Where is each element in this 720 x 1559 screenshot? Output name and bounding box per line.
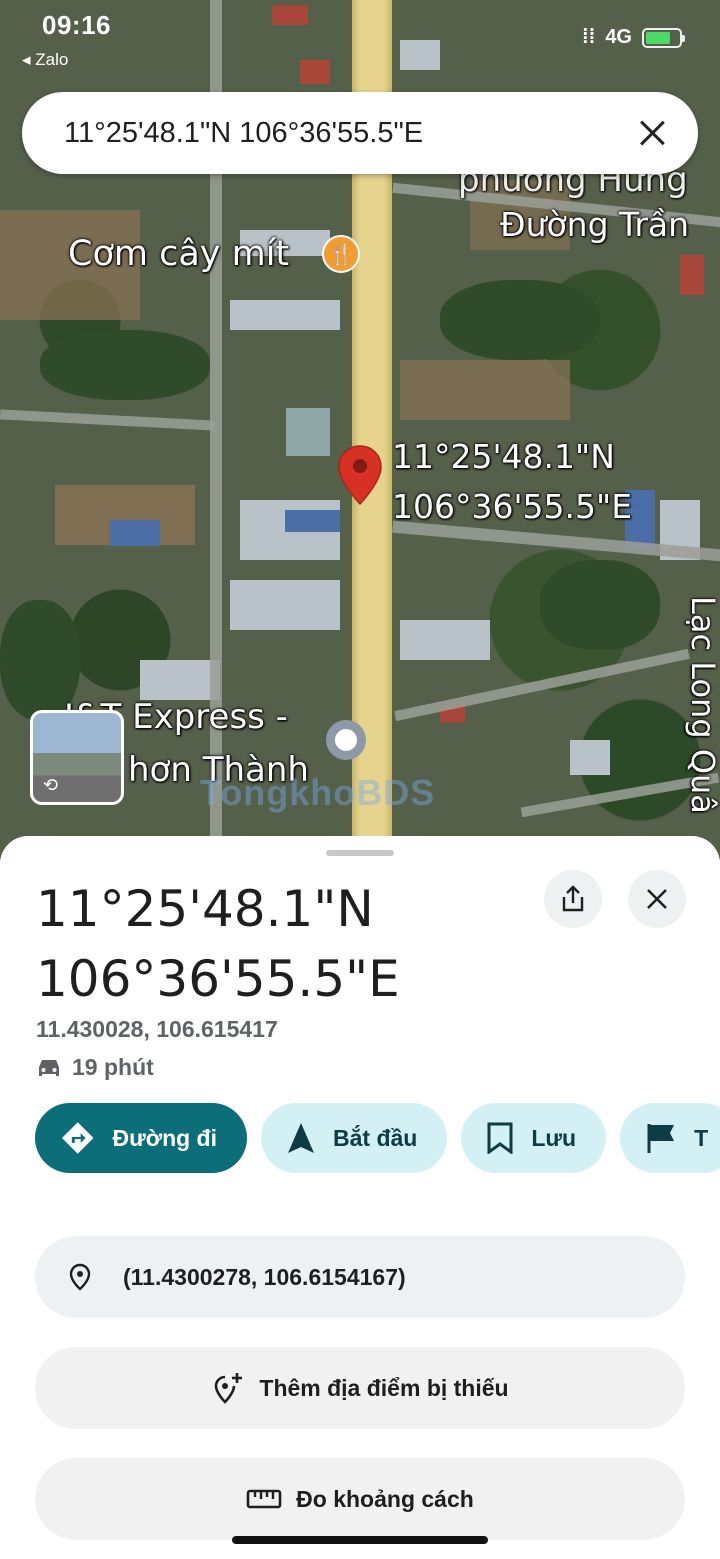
decimal-coordinates: 11.430028, 106.615417 [36, 1016, 278, 1042]
clear-search-icon[interactable] [632, 113, 672, 153]
map-trees [540, 560, 660, 650]
coordinates-row[interactable]: (11.4300278, 106.6154167) [35, 1236, 685, 1318]
map-building [680, 255, 704, 295]
place-title-lng: 106°36'55.5"E [36, 950, 400, 1008]
measure-distance-label: Đo khoảng cách [296, 1485, 474, 1512]
map-trees [40, 330, 210, 400]
navigation-arrow-icon [288, 1123, 314, 1153]
directions-button[interactable]: Đường đi [35, 1103, 247, 1173]
map-building [140, 660, 220, 700]
add-missing-place-button[interactable]: Thêm địa điểm bị thiếu [35, 1347, 685, 1429]
place-poi-icon[interactable] [326, 720, 366, 760]
search-bar[interactable]: 11°25'48.1"N 106°36'55.5"E [22, 92, 698, 174]
map-building [230, 300, 340, 330]
more-label: T [694, 1124, 709, 1151]
map-view[interactable]: phường Hưng Đường Trần Cơm cây mít 🍴 11°… [0, 0, 720, 860]
map-label-pin-lat: 11°25'48.1"N [392, 437, 615, 476]
coordinates-value: (11.4300278, 106.6154167) [123, 1263, 406, 1290]
close-sheet-button[interactable] [628, 870, 686, 928]
label-button[interactable]: T [620, 1103, 720, 1173]
map-label-street-right: Lạc Long Quâ [684, 596, 720, 814]
map-label-restaurant[interactable]: Cơm cây mít [68, 234, 289, 274]
battery-icon [642, 27, 685, 48]
search-query[interactable]: 11°25'48.1"N 106°36'55.5"E [64, 117, 632, 150]
map-building [400, 620, 490, 660]
car-icon [39, 1059, 59, 1076]
close-icon [647, 889, 667, 909]
map-building [110, 520, 160, 546]
map-building [570, 740, 610, 775]
map-label-pin-lng: 106°36'55.5"E [392, 487, 633, 526]
street-view-thumbnail[interactable]: ⟲ [30, 710, 124, 805]
start-navigation-button[interactable]: Bắt đầu [261, 1103, 448, 1173]
map-building [300, 60, 330, 84]
map-building [272, 5, 308, 25]
dropped-pin-icon[interactable] [337, 444, 383, 506]
location-pin-icon [69, 1263, 91, 1291]
action-chips: Đường đi Bắt đầu Lưu T [35, 1103, 720, 1173]
restaurant-poi-icon[interactable]: 🍴 [322, 235, 360, 273]
place-title-lat: 11°25'48.1"N [36, 880, 374, 938]
add-location-icon [215, 1373, 243, 1404]
map-terrain [400, 360, 570, 420]
start-label: Bắt đầu [333, 1124, 418, 1151]
save-button[interactable]: Lưu [461, 1103, 607, 1173]
drag-handle[interactable] [326, 850, 394, 856]
directions-icon [61, 1122, 94, 1154]
drive-time: 19 phút [36, 1054, 154, 1081]
watermark: TongkhoBDS [200, 772, 436, 813]
status-indicators: ⁞⁞ 4G [581, 26, 685, 49]
drive-time-label: 19 phút [72, 1054, 154, 1080]
map-label-street: Đường Trần [500, 205, 690, 244]
add-missing-place-label: Thêm địa điểm bị thiếu [259, 1374, 509, 1401]
ruler-icon [246, 1489, 282, 1509]
map-trees [440, 280, 600, 360]
share-icon [562, 885, 584, 912]
share-button[interactable] [544, 870, 602, 928]
bookmark-icon [487, 1122, 513, 1154]
home-indicator[interactable] [232, 1536, 488, 1544]
place-details-sheet: 11°25'48.1"N 106°36'55.5"E 11.430028, 10… [0, 836, 720, 1559]
map-building [230, 580, 340, 630]
back-to-app-link[interactable]: ◂ Zalo [22, 50, 68, 70]
measure-distance-button[interactable]: Đo khoảng cách [35, 1458, 685, 1540]
status-time: 09:16 [42, 10, 111, 40]
place-title: 11°25'48.1"N 106°36'55.5"E [36, 874, 516, 1014]
rotate-360-icon: ⟲ [43, 775, 59, 795]
directions-label: Đường đi [112, 1124, 217, 1151]
map-road [0, 409, 216, 431]
signal-icon: ⁞⁞ [581, 26, 596, 48]
network-type: 4G [605, 26, 632, 48]
map-building [400, 40, 440, 70]
save-label: Lưu [531, 1124, 577, 1151]
flag-icon [647, 1124, 675, 1153]
map-building [286, 408, 330, 456]
map-building [285, 510, 340, 532]
